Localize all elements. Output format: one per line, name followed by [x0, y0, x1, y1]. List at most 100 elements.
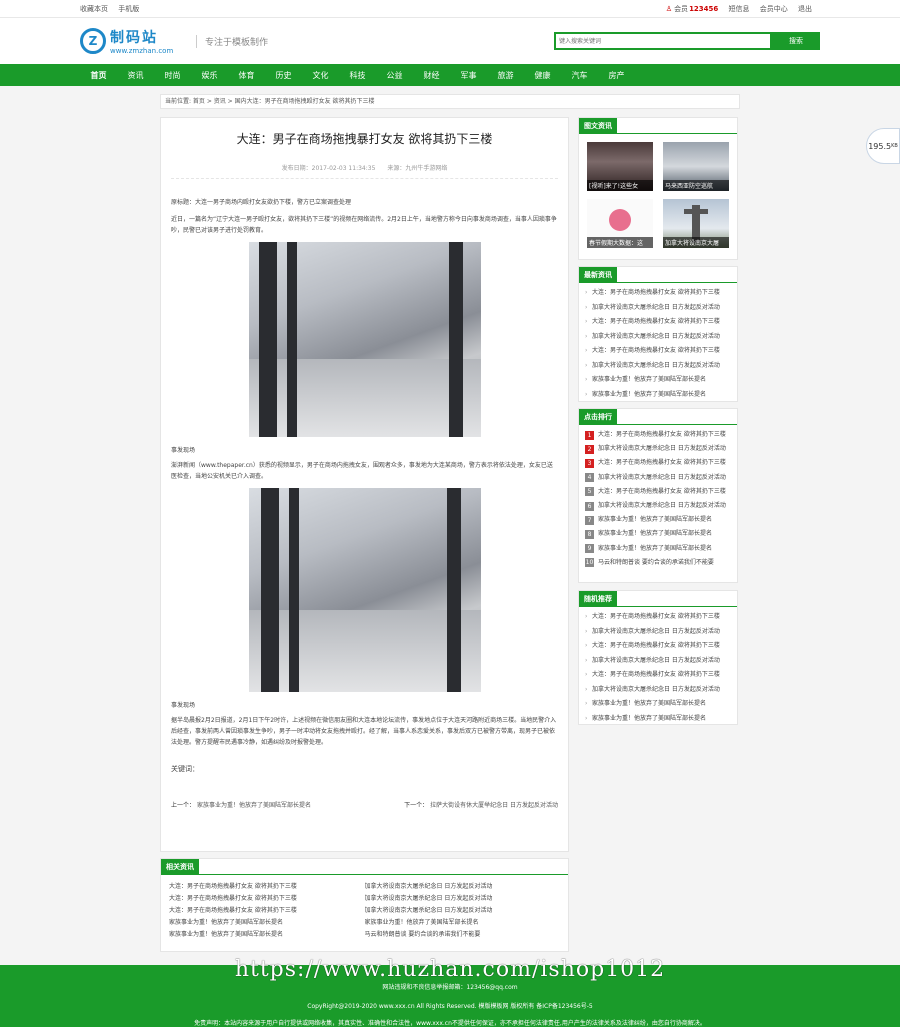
nav-item[interactable]: 汽车: [561, 70, 598, 81]
nav-item[interactable]: 科技: [339, 70, 376, 81]
article-title: 大连：男子在商场拖拽暴打女友 欲将其扔下三楼: [236, 132, 493, 146]
rank-title: 马云和特朗普谈 要约合谈的承诺我们不能要: [598, 558, 714, 566]
rank-title: 加拿大将设南京大屠杀纪念日 日方发起反对活动: [598, 445, 726, 453]
footer-copyright: CopyRight@2019-2020 www.xxx.cn All Right…: [307, 1003, 593, 1010]
footer-contact: 网站违规和不良信息举报邮箱：123456@qq.com: [382, 984, 518, 991]
prev-label: 上一个：: [171, 802, 196, 809]
member-center-link[interactable]: 会员中心: [760, 5, 788, 13]
news-thumbnail[interactable]: [视听]来了!这些女: [587, 142, 653, 191]
related-news-item[interactable]: 加拿大将设南京大屠杀纪念日 日方发起反对活动: [365, 893, 561, 902]
list-item[interactable]: 大连：男子在商场拖拽暴打女友 欲将其扔下三楼: [585, 639, 731, 654]
list-item[interactable]: 家族事业为重！他放弃了美国陆军部长提名: [585, 373, 731, 388]
next-article-link[interactable]: 拉萨大街设有休大厦举纪念日 日方发起反对活动: [430, 802, 558, 809]
article-photo: [248, 242, 481, 437]
rank-title: 大连：男子在商场拖拽暴打女友 欲将其扔下三楼: [598, 459, 726, 467]
news-thumbnail[interactable]: 马来西亚防空巡航: [663, 142, 729, 191]
list-item[interactable]: 加拿大将设南京大屠杀纪念日 日方发起反对活动: [585, 683, 731, 698]
rank-title: 家族事业为重！他放弃了美国陆军部长提名: [598, 530, 713, 538]
watermark-text: https://www.huzhan.com/ishop1012: [234, 957, 666, 982]
list-item[interactable]: 大连：男子在商场拖拽暴打女友 欲将其扔下三楼: [585, 315, 731, 330]
nav-item[interactable]: 公益: [376, 70, 413, 81]
rank-number: 1: [585, 430, 594, 440]
rank-item[interactable]: 8 家族事业为重！他放弃了美国陆军部长提名: [585, 527, 731, 541]
photo-caption: 事发现场: [171, 702, 196, 709]
site-footer: https://www.huzhan.com/ishop1012 网站违规和不良…: [0, 957, 900, 1027]
nav-item[interactable]: 健康: [524, 70, 561, 81]
speed-badge[interactable]: 195.5 KB: [866, 128, 900, 164]
nav-item[interactable]: 房产: [598, 70, 635, 81]
article-date: 发布日期：2017-02-03 11:34:35: [281, 165, 376, 172]
rank-title: 大连：男子在商场拖拽暴打女友 欲将其扔下三楼: [598, 431, 726, 438]
rank-title: 家族事业为重！他放弃了美国陆军部长提名: [598, 544, 713, 552]
nav-item[interactable]: 体育: [228, 70, 265, 81]
user-prefix: 会员: [674, 5, 689, 13]
related-news-item[interactable]: 大连：男子在商场拖拽暴打女友 欲将其扔下三楼: [169, 905, 365, 914]
logout-link[interactable]: 退出: [798, 5, 812, 13]
related-news-item[interactable]: 大连：男子在商场拖拽暴打女友 欲将其扔下三楼: [169, 893, 365, 902]
article-source: 来源：九州牛手游网络: [387, 165, 448, 172]
related-news-item[interactable]: 家族事业为重！他放弃了美国陆军部长提名: [365, 917, 561, 926]
list-item[interactable]: 加拿大将设南京大屠杀纪念日 日方发起反对活动: [585, 301, 731, 316]
article-summary: 原标题：大连一男子商场内殴打女友欲扔下楼，警方已立案调查处理: [171, 199, 352, 206]
rank-item[interactable]: 1 大连：男子在商场拖拽暴打女友 欲将其扔下三楼: [585, 428, 731, 442]
article-photo: [248, 488, 481, 692]
news-thumbnail[interactable]: 加拿大将设南京大屠: [663, 199, 729, 248]
prev-next-nav: 上一个： 家族事业为重！他放弃了美国陆军部长提名 下一个： 拉萨大街设有休大厦举…: [171, 800, 558, 809]
news-thumbnail[interactable]: 春节假期大数据：这: [587, 199, 653, 248]
site-logo[interactable]: Z 制码站 www.zmzhan.com: [80, 27, 190, 55]
list-item[interactable]: 大连：男子在商场拖拽暴打女友 欲将其扔下三楼: [585, 344, 731, 359]
rank-number: 10: [585, 558, 594, 568]
nav-item[interactable]: 首页: [80, 70, 117, 81]
rank-item[interactable]: 5 大连：男子在商场拖拽暴打女友 欲将其扔下三楼: [585, 485, 731, 499]
prev-article-link[interactable]: 家族事业为重！他放弃了美国陆军部长提名: [197, 802, 311, 809]
list-item[interactable]: 加拿大将设南京大屠杀纪念日 日方发起反对活动: [585, 625, 731, 640]
bookmark-link[interactable]: 收藏本页: [80, 5, 108, 13]
list-item[interactable]: 家族事业为重！他放弃了美国陆军部长提名: [585, 712, 731, 727]
logo-text-en: www.zmzhan.com: [110, 47, 174, 55]
nav-item[interactable]: 历史: [265, 70, 302, 81]
nav-item[interactable]: 时尚: [154, 70, 191, 81]
list-item[interactable]: 加拿大将设南京大屠杀纪念日 日方发起反对活动: [585, 359, 731, 374]
rank-item[interactable]: 6 加拿大将设南京大屠杀纪念日 日方发起反对活动: [585, 499, 731, 513]
mobile-link[interactable]: 手机版: [118, 5, 139, 13]
list-item[interactable]: 加拿大将设南京大屠杀纪念日 日方发起反对活动: [585, 654, 731, 669]
top-bar: 收藏本页 手机版 ♙ 会员123456 短信息 会员中心 退出: [0, 0, 900, 18]
list-item[interactable]: 加拿大将设南京大屠杀纪念日 日方发起反对活动: [585, 330, 731, 345]
nav-item[interactable]: 军事: [450, 70, 487, 81]
related-news-item[interactable]: 家族事业为重！他放弃了美国陆军部长提名: [169, 929, 365, 938]
nav-item[interactable]: 资讯: [117, 70, 154, 81]
related-news-item[interactable]: 加拿大将设南京大屠杀纪念日 日方发起反对活动: [365, 905, 561, 914]
search-button[interactable]: 搜索: [772, 32, 820, 50]
related-news: 相关资讯 大连：男子在商场拖拽暴打女友 欲将其扔下三楼 加拿大将设南京大屠杀纪念日…: [160, 858, 569, 952]
nav-item[interactable]: 旅游: [487, 70, 524, 81]
list-item[interactable]: 大连：男子在商场拖拽暴打女友 欲将其扔下三楼: [585, 668, 731, 683]
related-news-item[interactable]: 加拿大将设南京大屠杀纪念日 日方发起反对活动: [365, 881, 561, 890]
article-paragraph: 近日，一篇名为“辽宁大连一男子殴打女友，欲将其扔下三楼”的视频在网络流传。2月2…: [171, 216, 557, 234]
user-id[interactable]: 123456: [689, 5, 718, 13]
nav-item[interactable]: 娱乐: [191, 70, 228, 81]
list-item[interactable]: 家族事业为重！他放弃了美国陆军部长提名: [585, 388, 731, 403]
rank-title: 大连：男子在商场拖拽暴打女友 欲将其扔下三楼: [598, 487, 726, 495]
list-item[interactable]: 家族事业为重！他放弃了美国陆军部长提名: [585, 697, 731, 712]
list-item[interactable]: 大连：男子在商场拖拽暴打女友 欲将其扔下三楼: [585, 610, 731, 625]
nav-item[interactable]: 文化: [302, 70, 339, 81]
rank-item[interactable]: 9 家族事业为重！他放弃了美国陆军部长提名: [585, 542, 731, 556]
rank-item[interactable]: 10 马云和特朗普谈 要约合谈的承诺我们不能要: [585, 556, 731, 570]
search-input[interactable]: [554, 32, 772, 50]
rank-number: 7: [585, 515, 594, 525]
article-meta: 发布日期：2017-02-03 11:34:35 来源：九州牛手游网络: [171, 163, 558, 179]
rank-item[interactable]: 7 家族事业为重！他放弃了美国陆军部长提名: [585, 513, 731, 527]
rank-item[interactable]: 3 大连：男子在商场拖拽暴打女友 欲将其扔下三楼: [585, 456, 731, 470]
rank-item[interactable]: 2 加拿大将设南京大屠杀纪念日 日方发起反对活动: [585, 442, 731, 456]
messages-link[interactable]: 短信息: [729, 5, 750, 13]
thumbnail-caption: 马来西亚防空巡航: [663, 180, 729, 191]
related-news-item[interactable]: 家族事业为重！他放弃了美国陆军部长提名: [169, 917, 365, 926]
rank-item[interactable]: 4 加拿大将设南京大屠杀纪念日 日方发起反对活动: [585, 471, 731, 485]
related-news-item[interactable]: 马云和特朗普谈 要约合谈的承诺我们不能要: [365, 929, 561, 938]
list-item[interactable]: 大连：男子在商场拖拽暴打女友 欲将其扔下三楼: [585, 286, 731, 301]
related-news-item[interactable]: 大连：男子在商场拖拽暴打女友 欲将其扔下三楼: [169, 881, 365, 890]
nav-item[interactable]: 财经: [413, 70, 450, 81]
search-bar: 搜索: [554, 32, 820, 50]
footer-disclaimer: 免责声明：本站内容来源于用户自行提供或网络收集，其真实性、准确性和合法性，www…: [194, 1020, 706, 1027]
rank-number: 2: [585, 444, 594, 454]
